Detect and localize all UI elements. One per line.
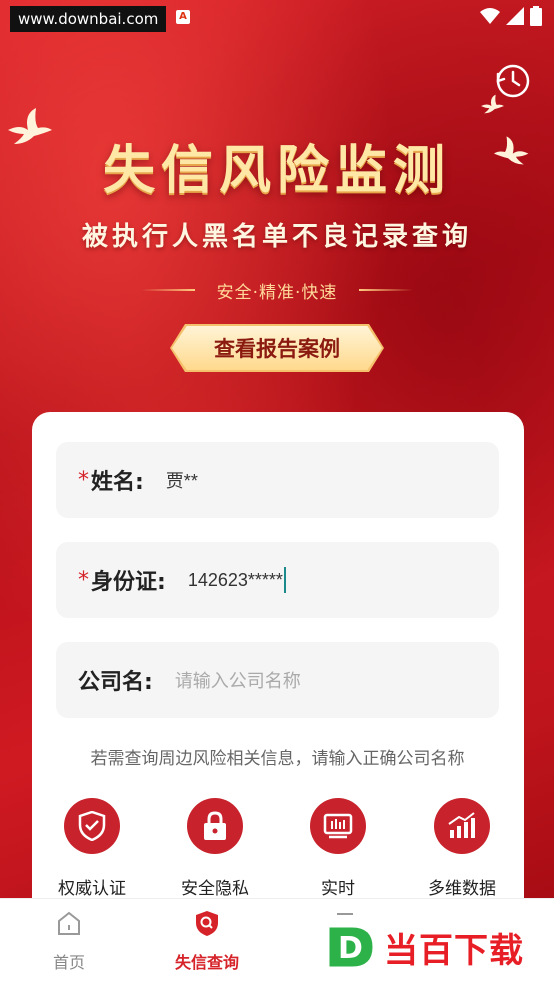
id-card-label: 身份证: (91, 570, 166, 595)
feature-label: 权威认证 (58, 879, 126, 899)
monitor-icon (310, 798, 366, 854)
feature-realtime: 实时 (288, 798, 388, 899)
feature-label: 安全隐私 (181, 879, 249, 899)
signal-icon (506, 7, 524, 25)
feature-label: 多维数据 (428, 879, 496, 899)
nav-label: 首页 (52, 953, 85, 972)
view-case-button[interactable]: 查看报告案例 (172, 326, 382, 370)
text-cursor (283, 567, 286, 593)
search-shield-icon (196, 911, 218, 936)
brand-text: 当百下载 (384, 930, 524, 971)
feature-label: 实时 (321, 879, 355, 899)
brand-watermark: D 当百下载 (322, 918, 550, 976)
required-mark: * (78, 467, 89, 493)
company-input[interactable]: 请输入公司名称 (175, 667, 301, 693)
required-mark: * (78, 567, 89, 593)
wifi-icon (480, 8, 500, 24)
name-field[interactable]: * 姓名: 贾** (56, 442, 499, 518)
nav-label: 失信查询 (174, 953, 239, 972)
dove-right-top-icon (481, 94, 504, 114)
svg-text:D: D (338, 931, 363, 966)
lock-icon (187, 798, 243, 854)
name-value[interactable]: 贾** (166, 467, 198, 493)
page-subtitle: 被执行人黑名单不良记录查询 (81, 222, 472, 252)
watermark-badge: A (176, 10, 190, 24)
id-card-value[interactable]: 142623***** (188, 570, 283, 591)
company-hint: 若需查询周边风险相关信息，请输入正确公司名称 (90, 749, 465, 769)
name-label: 姓名: (91, 470, 144, 495)
brand-logo-icon: D (326, 924, 376, 970)
tagline: 安全·精准·快速 (216, 282, 338, 303)
feature-privacy: 安全隐私 (165, 798, 265, 899)
page-title: 失信风险监测 (102, 140, 451, 201)
tagline-divider-left (140, 289, 195, 291)
company-field[interactable]: 公司名: 请输入公司名称 (56, 642, 499, 718)
company-label: 公司名: (78, 670, 153, 695)
tagline-divider-right (359, 289, 414, 291)
battery-icon (530, 6, 542, 26)
status-icons (480, 6, 542, 26)
nav-credit-query[interactable]: 失信查询 (162, 909, 252, 973)
id-card-field[interactable]: * 身份证: 142623***** (56, 542, 499, 618)
chart-up-icon (434, 798, 490, 854)
shield-check-icon (64, 798, 120, 854)
query-form-card: * 姓名: 贾** * 身份证: 142623***** 公司名: 请输入公司名… (32, 412, 524, 932)
home-icon (58, 911, 80, 935)
feature-multidimensional: 多维数据 (412, 798, 512, 899)
nav-home[interactable]: 首页 (24, 909, 114, 973)
site-watermark: www.downbai.com (10, 6, 167, 32)
feature-authority: 权威认证 (42, 798, 142, 899)
tagline-row: 安全·精准·快速 (0, 278, 554, 303)
